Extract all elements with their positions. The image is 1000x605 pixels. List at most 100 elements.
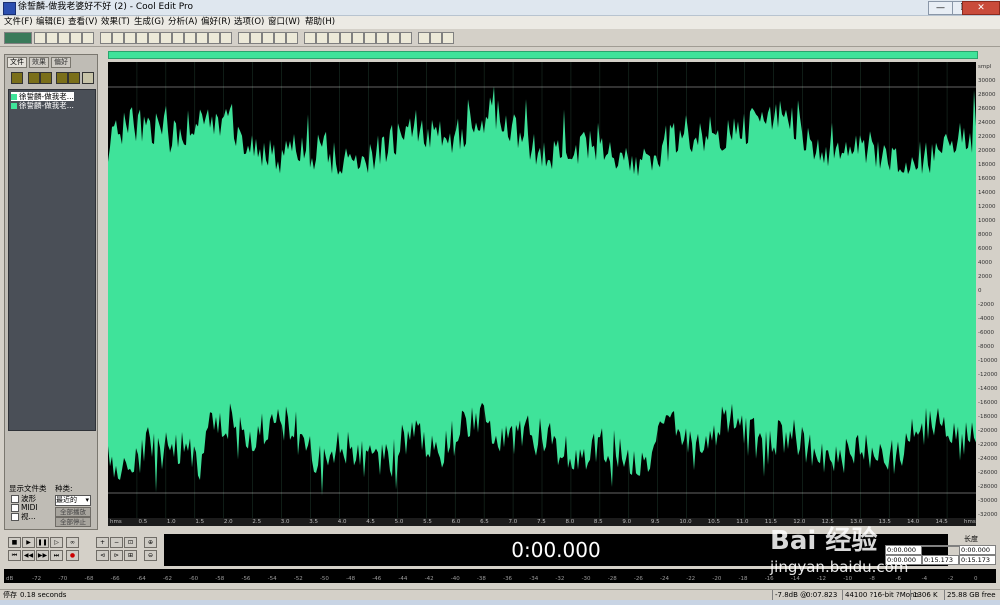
tab-favorites[interactable]: 偏好: [51, 57, 71, 68]
marker-icon[interactable]: [328, 32, 340, 44]
zoom-full-icon[interactable]: ⊡: [124, 537, 137, 548]
open-file-icon[interactable]: [11, 72, 23, 84]
view-length-field[interactable]: 0:15.173: [959, 555, 996, 565]
waveform-view-icon[interactable]: [250, 32, 262, 44]
time-tick-label: 4.5: [366, 519, 375, 525]
paste-icon[interactable]: [160, 32, 172, 44]
import-icon[interactable]: [28, 72, 40, 84]
settings-icon[interactable]: [400, 32, 412, 44]
amplitude-ruler: smpl300002800026000240002200020000180001…: [978, 64, 998, 518]
record-arm-icon[interactable]: [388, 32, 400, 44]
selection-length-field[interactable]: 0:00.000: [959, 545, 996, 555]
close-file-icon[interactable]: [40, 72, 52, 84]
delete-icon[interactable]: [220, 32, 232, 44]
help-icon[interactable]: [82, 72, 94, 84]
save-as-icon[interactable]: [70, 32, 82, 44]
play-list-icon[interactable]: [304, 32, 316, 44]
zoom-out-vertical-icon[interactable]: ⊖: [144, 550, 157, 561]
zoom-in-vertical-icon[interactable]: ⊕: [144, 537, 157, 548]
mixer-icon[interactable]: [352, 32, 364, 44]
menu-preferences[interactable]: 偏好(R): [201, 17, 231, 28]
undo-icon[interactable]: [100, 32, 112, 44]
effects-rack-icon[interactable]: [430, 32, 442, 44]
edit-file-icon[interactable]: [68, 72, 80, 84]
metronome-icon[interactable]: [418, 32, 430, 44]
go-to-end-button[interactable]: ⏭: [50, 550, 63, 561]
meter-tick-label: dB: [6, 576, 14, 582]
time-tick-label: 5.5: [423, 519, 432, 525]
list-item[interactable]: 徐誓麟-做我老...: [11, 101, 74, 110]
pause-button[interactable]: ❚❚: [36, 537, 49, 548]
selection-end-field[interactable]: [922, 545, 959, 547]
track-properties-icon[interactable]: [340, 32, 352, 44]
save-file-icon[interactable]: [58, 32, 70, 44]
spectral-view-icon[interactable]: [238, 32, 250, 44]
copy-icon[interactable]: [136, 32, 148, 44]
rewind-button[interactable]: ◀◀: [22, 550, 35, 561]
menu-effects[interactable]: 效果(T): [101, 17, 130, 28]
time-tick-label: 11.0: [736, 519, 749, 525]
amplitude-tick-label: 28000: [978, 92, 996, 98]
new-file-icon[interactable]: [34, 32, 46, 44]
play-to-end-button[interactable]: ▷: [50, 537, 63, 548]
menu-analyze[interactable]: 分析(A): [168, 17, 197, 28]
menu-help[interactable]: 帮助(H): [305, 17, 335, 28]
help-icon[interactable]: [442, 32, 454, 44]
type-midi-checkbox[interactable]: [11, 504, 19, 512]
selection-begin-field[interactable]: 0:00.000: [885, 545, 922, 555]
zoom-out-icon[interactable]: −: [110, 537, 123, 548]
list-item[interactable]: 徐誓麟-做我老...: [11, 92, 74, 101]
zoom-right-icon[interactable]: ⊳: [110, 550, 123, 561]
loop-button[interactable]: ∞: [66, 537, 79, 548]
menu-options[interactable]: 选项(O): [234, 17, 264, 28]
play-all-button[interactable]: 全部播放: [55, 507, 91, 517]
tab-files[interactable]: 文件: [7, 57, 27, 68]
record-button[interactable]: ●: [66, 550, 79, 561]
paste-to-new-icon[interactable]: [208, 32, 220, 44]
menu-view[interactable]: 查看(V): [68, 17, 97, 28]
menu-generate[interactable]: 生成(G): [134, 17, 164, 28]
solo-icon[interactable]: [376, 32, 388, 44]
sort-select[interactable]: 最近的 ▾: [55, 495, 91, 506]
trim-icon[interactable]: [184, 32, 196, 44]
overview-bar[interactable]: [108, 51, 978, 59]
fast-forward-button[interactable]: ▶▶: [36, 550, 49, 561]
type-waveform-checkbox[interactable]: [11, 495, 19, 503]
stop-button[interactable]: ■: [8, 537, 21, 548]
amplitude-tick-label: 2000: [978, 274, 992, 280]
cut-icon[interactable]: [148, 32, 160, 44]
open-file-icon[interactable]: [46, 32, 58, 44]
mix-paste-icon[interactable]: [172, 32, 184, 44]
menu-window[interactable]: 窗口(W): [268, 17, 300, 28]
repeat-icon[interactable]: [124, 32, 136, 44]
copy-to-new-icon[interactable]: [196, 32, 208, 44]
play-button[interactable]: ▶: [22, 537, 35, 548]
menu-file[interactable]: 文件(F): [4, 17, 33, 28]
minimize-button[interactable]: —: [928, 1, 953, 15]
meter-tick-label: -28: [607, 576, 617, 582]
waveform-view[interactable]: smpl300002800026000240002200020000180001…: [108, 62, 1000, 518]
menu-edit[interactable]: 编辑(E): [36, 17, 65, 28]
zoom-in-icon[interactable]: +: [96, 537, 109, 548]
mute-icon[interactable]: [364, 32, 376, 44]
meter-tick-label: -38: [476, 576, 486, 582]
go-to-start-button[interactable]: ⏮: [8, 550, 21, 561]
free-space: 25.88 GB free: [947, 591, 996, 599]
tab-effects[interactable]: 效果: [29, 57, 49, 68]
insert-into-multitrack-icon[interactable]: [56, 72, 68, 84]
organizer-icon[interactable]: [316, 32, 328, 44]
app-icon[interactable]: [3, 2, 16, 15]
stop-all-button[interactable]: 全部停止: [55, 517, 91, 527]
type-video-checkbox[interactable]: [11, 513, 19, 521]
properties-icon[interactable]: [82, 32, 94, 44]
zoom-selection-icon[interactable]: ⊞: [124, 550, 137, 561]
multitrack-toggle-icon[interactable]: [4, 32, 32, 44]
close-button[interactable]: ✕: [962, 1, 1000, 15]
view-end-field[interactable]: 0:15.173: [922, 555, 959, 565]
edit-view-icon[interactable]: [274, 32, 286, 44]
amplitude-tick-label: 0: [978, 288, 982, 294]
redo-icon[interactable]: [112, 32, 124, 44]
zoom-left-icon[interactable]: ⊲: [96, 550, 109, 561]
snap-icon[interactable]: [262, 32, 274, 44]
cue-list-icon[interactable]: [286, 32, 298, 44]
